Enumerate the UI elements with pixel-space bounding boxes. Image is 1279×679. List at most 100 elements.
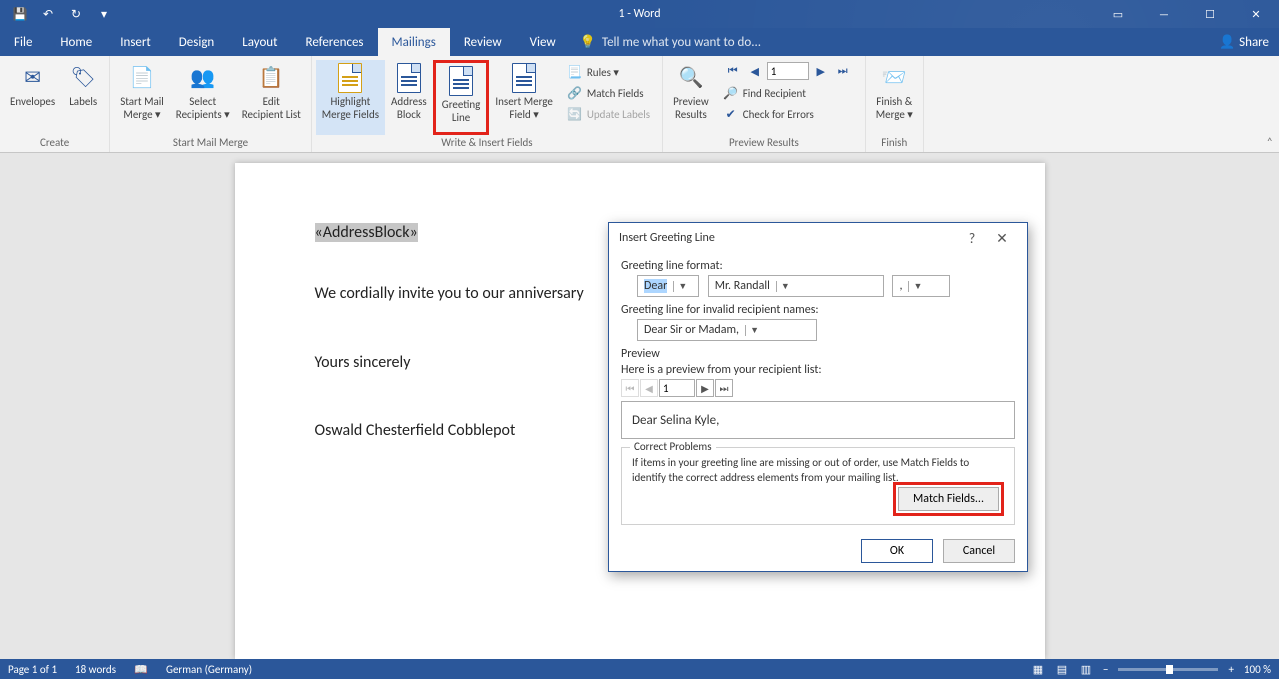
mail-merge-icon: 📄 bbox=[130, 62, 155, 94]
undo-icon[interactable]: ↶ bbox=[36, 2, 60, 26]
zoom-in-icon[interactable]: + bbox=[1228, 663, 1233, 676]
insert-merge-icon bbox=[512, 62, 536, 94]
window-title: 1 - Word bbox=[618, 7, 660, 21]
edit-recipient-list-button[interactable]: 📋Edit Recipient List bbox=[236, 60, 307, 135]
correct-problems-panel: Correct Problems If items in your greeti… bbox=[621, 447, 1015, 525]
read-mode-icon[interactable]: ▦ bbox=[1031, 662, 1045, 676]
ribbon-options-icon[interactable]: ▭ bbox=[1095, 0, 1141, 28]
chevron-down-icon: ▼ bbox=[776, 281, 794, 292]
check-errors-icon: ✔ bbox=[723, 106, 739, 122]
dialog-title: Insert Greeting Line bbox=[619, 231, 715, 245]
title-bar: 💾 ↶ ↻ ▾ 1 - Word ▭ — ☐ ✕ bbox=[0, 0, 1279, 28]
insert-merge-field-button[interactable]: Insert Merge Field ▾ bbox=[489, 60, 558, 135]
tell-me-search[interactable]: 💡Tell me what you want to do... bbox=[570, 35, 761, 50]
highlight-merge-fields-button[interactable]: Highlight Merge Fields bbox=[316, 60, 385, 135]
highlight-icon bbox=[338, 62, 362, 94]
merge-field-addressblock[interactable]: «AddressBlock» bbox=[315, 223, 418, 242]
find-recipient-button[interactable]: 🔎Find Recipient bbox=[719, 83, 857, 103]
greeting-line-icon bbox=[449, 65, 473, 97]
salutation-dropdown[interactable]: Dear▼ bbox=[637, 275, 699, 297]
web-layout-icon[interactable]: ▥ bbox=[1079, 662, 1093, 676]
match-fields-highlight: Match Fields... bbox=[893, 482, 1004, 516]
first-record-icon[interactable]: ⏮ bbox=[723, 62, 743, 80]
language-status[interactable]: German (Germany) bbox=[166, 663, 252, 676]
redo-icon[interactable]: ↻ bbox=[64, 2, 88, 26]
collapse-ribbon-icon[interactable]: ˄ bbox=[1267, 136, 1273, 150]
tab-view[interactable]: View bbox=[516, 28, 570, 56]
preview-from-label: Here is a preview from your recipient li… bbox=[621, 363, 1015, 377]
share-button[interactable]: 👤Share bbox=[1219, 28, 1269, 56]
tab-references[interactable]: References bbox=[292, 28, 378, 56]
dialog-close-icon[interactable]: ✕ bbox=[987, 230, 1017, 247]
preview-last-icon[interactable]: ⏭ bbox=[715, 379, 733, 397]
address-block-icon bbox=[397, 62, 421, 94]
rules-icon: 📃 bbox=[567, 64, 583, 80]
greeting-line-button[interactable]: Greeting Line bbox=[433, 60, 490, 135]
preview-first-icon: ⏮ bbox=[621, 379, 639, 397]
preview-prev-icon: ◀ bbox=[640, 379, 658, 397]
tab-home[interactable]: Home bbox=[46, 28, 106, 56]
group-finish: 📨Finish & Merge ▾ Finish bbox=[866, 56, 924, 152]
proofing-icon[interactable]: 📖 bbox=[134, 662, 148, 676]
invalid-greeting-dropdown[interactable]: Dear Sir or Madam,▼ bbox=[637, 319, 817, 341]
zoom-level[interactable]: 100 % bbox=[1244, 663, 1271, 676]
preview-results-icon: 🔍 bbox=[678, 62, 703, 94]
ok-button[interactable]: OK bbox=[861, 539, 933, 563]
bulb-icon: 💡 bbox=[580, 35, 596, 50]
tab-insert[interactable]: Insert bbox=[106, 28, 165, 56]
label-icon: 🏷 bbox=[70, 62, 95, 94]
print-layout-icon[interactable]: ▤ bbox=[1055, 662, 1069, 676]
dialog-titlebar[interactable]: Insert Greeting Line ? ✕ bbox=[609, 223, 1027, 253]
start-mail-merge-button[interactable]: 📄Start Mail Merge ▾ bbox=[114, 60, 170, 135]
group-write-insert-fields: Highlight Merge Fields Address Block Gre… bbox=[312, 56, 663, 152]
tab-design[interactable]: Design bbox=[165, 28, 228, 56]
edit-list-icon: 📋 bbox=[259, 62, 284, 94]
finish-merge-icon: 📨 bbox=[882, 62, 907, 94]
preview-results-button[interactable]: 🔍Preview Results bbox=[667, 60, 715, 135]
status-bar: Page 1 of 1 18 words 📖 German (Germany) … bbox=[0, 659, 1279, 679]
dialog-help-icon[interactable]: ? bbox=[957, 230, 987, 247]
last-record-icon[interactable]: ⏭ bbox=[833, 62, 853, 80]
group-preview-results: 🔍Preview Results ⏮ ◀ ▶ ⏭ 🔎Find Recipient… bbox=[663, 56, 866, 152]
tab-layout[interactable]: Layout bbox=[228, 28, 291, 56]
check-errors-button[interactable]: ✔Check for Errors bbox=[719, 104, 857, 124]
quick-access-toolbar: 💾 ↶ ↻ ▾ bbox=[0, 2, 116, 26]
preview-next-icon[interactable]: ▶ bbox=[696, 379, 714, 397]
save-icon[interactable]: 💾 bbox=[8, 2, 32, 26]
qat-customize-icon[interactable]: ▾ bbox=[92, 2, 116, 26]
ribbon-tabs: File Home Insert Design Layout Reference… bbox=[0, 28, 1279, 56]
recipients-icon: 👥 bbox=[190, 62, 215, 94]
update-labels-button: 🔄Update Labels bbox=[563, 104, 654, 124]
next-record-icon[interactable]: ▶ bbox=[811, 62, 831, 80]
tab-review[interactable]: Review bbox=[450, 28, 516, 56]
close-icon[interactable]: ✕ bbox=[1233, 0, 1279, 28]
preview-record-input[interactable] bbox=[659, 379, 695, 397]
punctuation-dropdown[interactable]: ,▼ bbox=[892, 275, 950, 297]
record-navigator: ⏮ ◀ ▶ ⏭ bbox=[719, 60, 857, 82]
rules-button[interactable]: 📃Rules ▾ bbox=[563, 62, 654, 82]
match-fields-button[interactable]: 🔗Match Fields bbox=[563, 83, 654, 103]
prev-record-icon[interactable]: ◀ bbox=[745, 62, 765, 80]
zoom-slider[interactable] bbox=[1118, 668, 1218, 671]
cancel-button[interactable]: Cancel bbox=[943, 539, 1015, 563]
word-count[interactable]: 18 words bbox=[75, 663, 116, 676]
match-fields-icon: 🔗 bbox=[567, 85, 583, 101]
zoom-out-icon[interactable]: − bbox=[1103, 663, 1108, 676]
finish-merge-button[interactable]: 📨Finish & Merge ▾ bbox=[870, 60, 919, 135]
preview-text: Dear Selina Kyle, bbox=[621, 401, 1015, 439]
select-recipients-button[interactable]: 👥Select Recipients ▾ bbox=[170, 60, 236, 135]
address-block-button[interactable]: Address Block bbox=[385, 60, 433, 135]
page-count[interactable]: Page 1 of 1 bbox=[8, 663, 57, 676]
maximize-icon[interactable]: ☐ bbox=[1187, 0, 1233, 28]
group-create: ✉Envelopes 🏷Labels Create bbox=[0, 56, 110, 152]
tab-file[interactable]: File bbox=[0, 28, 46, 56]
name-format-dropdown[interactable]: Mr. Randall▼ bbox=[708, 275, 884, 297]
minimize-icon[interactable]: — bbox=[1141, 0, 1187, 28]
tab-mailings[interactable]: Mailings bbox=[378, 28, 450, 56]
envelopes-button[interactable]: ✉Envelopes bbox=[4, 60, 61, 135]
match-fields-dialog-button[interactable]: Match Fields... bbox=[898, 487, 999, 511]
record-number-input[interactable] bbox=[767, 62, 809, 80]
update-labels-icon: 🔄 bbox=[567, 106, 583, 122]
share-icon: 👤 bbox=[1219, 35, 1235, 50]
labels-button[interactable]: 🏷Labels bbox=[61, 60, 105, 135]
